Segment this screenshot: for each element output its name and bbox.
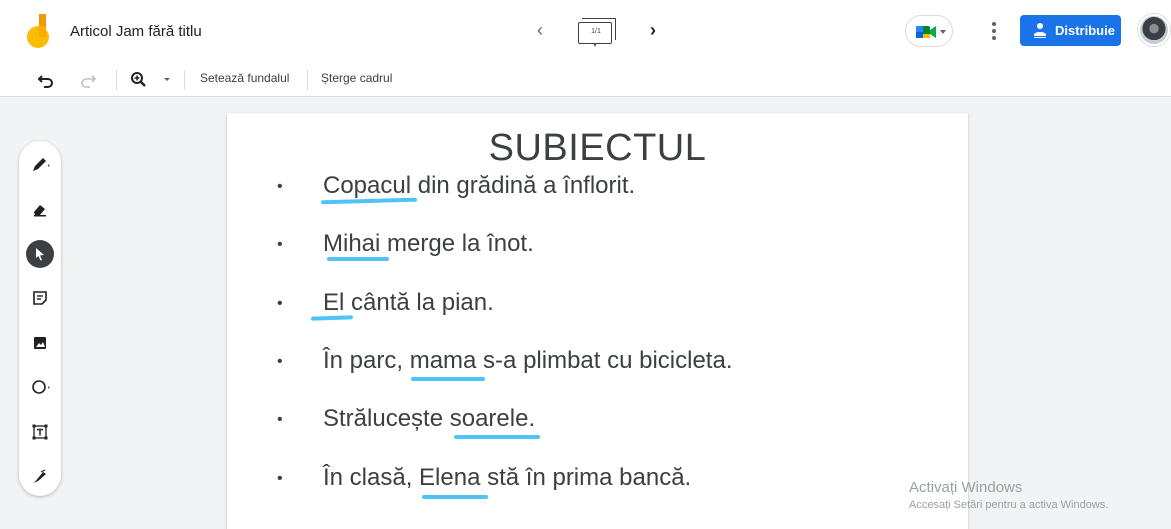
frame-picker-button[interactable]: 1/1 ▼ [576, 16, 616, 49]
pen-tool[interactable] [26, 151, 54, 179]
ink-underline-stroke[interactable] [310, 315, 354, 321]
more-options-icon[interactable] [988, 20, 1000, 42]
ink-underline-stroke[interactable] [327, 257, 389, 261]
tool-rail [19, 141, 61, 496]
share-button[interactable]: Distribuie [1020, 15, 1121, 46]
sentence-line: Strălucește soarele. [323, 405, 536, 432]
cursor-icon [36, 248, 44, 261]
toolbar-divider [116, 70, 117, 90]
toolbar: Setează fundalul Șterge cadrul [0, 62, 1171, 97]
toolbar-divider [307, 70, 308, 90]
text-box-icon [32, 424, 48, 440]
ink-underline-stroke[interactable] [454, 435, 540, 439]
share-label: Distribuie [1055, 23, 1115, 38]
chevron-down-icon: ▼ [592, 43, 598, 49]
bullet: • [277, 236, 283, 253]
sticky-note-tool[interactable] [26, 284, 54, 312]
bullet: • [277, 470, 283, 487]
avatar[interactable] [1138, 14, 1170, 46]
eraser-icon [34, 205, 46, 217]
frame-counter: 1/1 [591, 28, 601, 35]
circle-icon [32, 380, 50, 394]
sentence-line: Copacul din grădină a înflorit. [323, 172, 636, 199]
windows-activation-watermark: Activați Windows Accesați Setări pentru … [909, 479, 1108, 511]
jam-canvas[interactable]: SUBIECTUL • Copacul din grădină a înflor… [227, 113, 968, 529]
laser-icon [34, 469, 46, 483]
laser-tool[interactable] [26, 463, 54, 491]
undo-icon[interactable] [35, 68, 57, 90]
jamboard-logo[interactable] [26, 14, 52, 48]
ink-underline-stroke[interactable] [422, 495, 488, 499]
pen-icon [33, 158, 50, 171]
bullet: • [277, 411, 283, 428]
image-icon [34, 337, 46, 349]
sentence-line: Mihai merge la înot. [323, 230, 534, 257]
text-box-tool[interactable] [26, 418, 54, 446]
sticky-note-icon [33, 291, 47, 305]
zoom-icon[interactable] [128, 68, 150, 90]
set-background-button[interactable]: Setează fundalul [200, 71, 289, 85]
document-title[interactable]: Articol Jam fără titlu [70, 23, 202, 40]
frame-thumbnail: 1/1 [578, 22, 612, 44]
toolbar-divider [184, 70, 185, 90]
sentence-line: El cântă la pian. [323, 289, 494, 316]
people-icon [1034, 23, 1046, 38]
previous-frame-button[interactable]: ‹ [530, 18, 550, 42]
canvas-title: SUBIECTUL [488, 127, 707, 169]
sentence-line: În clasă, Elena stă în prima bancă. [323, 464, 692, 491]
redo-icon[interactable] [77, 68, 99, 90]
bullet: • [277, 178, 283, 195]
select-tool[interactable] [26, 240, 54, 268]
meet-button[interactable] [905, 15, 953, 47]
top-bar: Articol Jam fără titlu ‹ 1/1 ▼ › Distrib… [0, 0, 1171, 62]
sentence-line: În parc, mama s-a plimbat cu bicicleta. [323, 347, 733, 374]
watermark-subtitle: Accesați Setări pentru a activa Windows. [909, 499, 1109, 511]
bullet: • [277, 295, 283, 312]
eraser-tool[interactable] [26, 195, 54, 223]
meet-icon [916, 26, 946, 38]
bullet: • [277, 353, 283, 370]
ink-underline-stroke[interactable] [411, 377, 485, 381]
shape-tool[interactable] [26, 373, 54, 401]
next-frame-button[interactable]: › [643, 18, 663, 42]
zoom-dropdown-icon[interactable] [157, 68, 179, 90]
clear-frame-button[interactable]: Șterge cadrul [321, 71, 392, 85]
image-tool[interactable] [26, 329, 54, 357]
watermark-title: Activați Windows [909, 479, 1023, 496]
